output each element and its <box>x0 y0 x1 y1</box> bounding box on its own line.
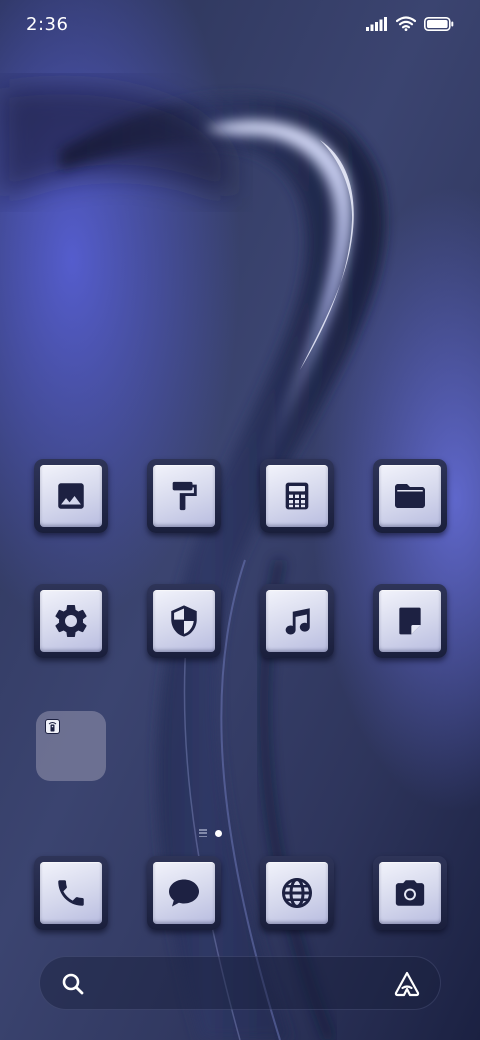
globe-icon <box>282 878 312 908</box>
search-bar[interactable] <box>39 956 441 1010</box>
paint-roller-icon <box>172 481 197 511</box>
home-screen: 2:36 <box>0 0 480 1040</box>
browser-app[interactable] <box>260 856 334 930</box>
gear-icon <box>55 605 87 637</box>
assistant-icon[interactable] <box>392 969 422 999</box>
page-indicator <box>199 829 222 837</box>
chat-bubble-icon <box>169 879 199 907</box>
music-note-icon <box>285 608 310 635</box>
messages-app[interactable] <box>147 856 221 930</box>
status-icons <box>366 16 454 31</box>
themes-app[interactable] <box>147 459 221 533</box>
settings-app[interactable] <box>34 584 108 658</box>
folder-icon <box>395 484 425 508</box>
search-icon[interactable] <box>60 971 86 997</box>
wifi-icon <box>396 16 416 31</box>
notes-app[interactable] <box>373 584 447 658</box>
camera-icon <box>395 880 425 906</box>
app-drawer-indicator <box>199 829 207 837</box>
gallery-app[interactable] <box>34 459 108 533</box>
signal-icon <box>366 16 387 31</box>
file-manager-app[interactable] <box>373 459 447 533</box>
shield-icon <box>171 605 197 637</box>
phone-app[interactable] <box>34 856 108 930</box>
calculator-app[interactable] <box>260 459 334 533</box>
calculator-icon <box>285 482 309 510</box>
note-icon <box>399 607 421 635</box>
phone-icon <box>58 880 84 906</box>
status-bar: 2:36 <box>0 0 480 52</box>
image-icon <box>58 483 84 509</box>
camera-app[interactable] <box>373 856 447 930</box>
battery-icon <box>424 16 454 31</box>
clock: 2:36 <box>26 14 69 35</box>
current-page-dot <box>215 829 222 837</box>
security-app[interactable] <box>147 584 221 658</box>
music-app[interactable] <box>260 584 334 658</box>
remote-control-widget[interactable] <box>36 711 106 781</box>
remote-control-icon <box>45 719 60 734</box>
